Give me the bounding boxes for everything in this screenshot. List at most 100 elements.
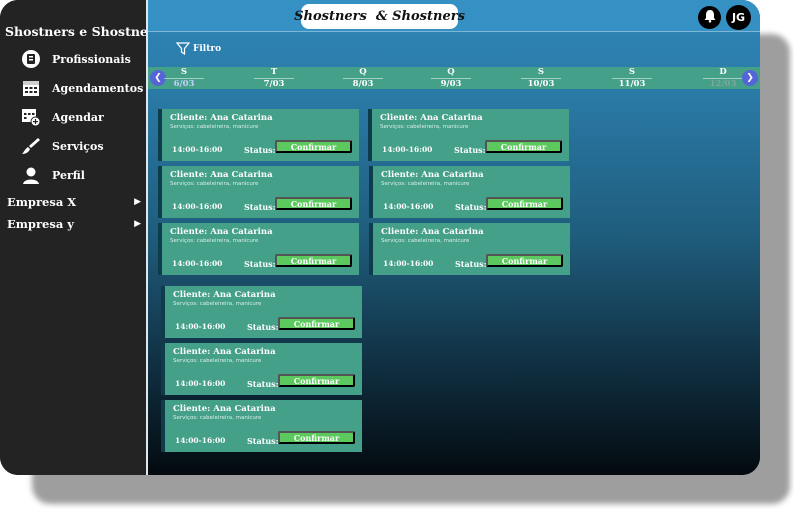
date-label: 11/03 [612, 78, 652, 89]
sidebar-item-servicos[interactable]: Serviços [20, 135, 104, 157]
app-window: Shostners e Shostners ▼ Profissionais Ag… [0, 0, 760, 475]
appointment-time: 14:00-16:00 [175, 436, 226, 445]
status-label: Status: [247, 379, 279, 389]
date-label: 6/03 [164, 78, 204, 89]
sidebar-item-agendamentos[interactable]: Agendamentos [20, 77, 143, 99]
services-text: Serviços: cabeleireira, manicure [380, 124, 469, 130]
status-label: Status: [454, 145, 486, 155]
services-text: Serviços: cabeleireira, manicure [170, 238, 259, 244]
status-label: Status: [244, 145, 276, 155]
add-calendar-icon [20, 106, 42, 128]
company-empresa-x[interactable]: Empresa X ▶ [7, 195, 141, 209]
calendar-day[interactable]: S 6/03 [164, 67, 204, 89]
sidebar-item-perfil[interactable]: Perfil [20, 164, 85, 186]
appointment-time: 14:00-16:00 [175, 322, 226, 331]
client-name: Cliente: Ana Catarina [380, 113, 483, 123]
confirm-button[interactable]: Confirmar [486, 197, 563, 210]
bell-icon [703, 8, 717, 27]
date-label: 10/03 [521, 78, 561, 89]
calendar-day[interactable]: Q 8/03 [343, 67, 383, 89]
status-label: Status: [455, 202, 487, 212]
status-label: Status: [455, 259, 487, 269]
calendar-day[interactable]: D 12/03 [703, 67, 743, 89]
date-label: 8/03 [343, 78, 383, 89]
confirm-button[interactable]: Confirmar [275, 254, 352, 267]
appointment-time: 14:00-16:00 [172, 259, 223, 268]
client-name: Cliente: Ana Catarina [381, 227, 484, 237]
company-label: Empresa y [7, 217, 74, 231]
weekday-label: S [628, 67, 636, 77]
appointment-time: 14:00-16:00 [383, 259, 434, 268]
services-text: Serviços: cabeleireira, manicure [170, 124, 259, 130]
professional-badge-icon [20, 48, 42, 70]
appointment-card[interactable]: Cliente: Ana Catarina Serviços: cabeleir… [368, 109, 569, 161]
appointment-card[interactable]: Cliente: Ana Catarina Serviços: cabeleir… [161, 343, 362, 395]
week-calendar: ❮ S 6/03 T 7/03 Q 8/03 Q 9/03 S 10/03 S … [148, 67, 760, 89]
confirm-button[interactable]: Confirmar [485, 140, 562, 153]
weekday-label: Q [359, 67, 367, 77]
confirm-button[interactable]: Confirmar [275, 140, 352, 153]
appointment-card[interactable]: Cliente: Ana Catarina Serviços: cabeleir… [158, 223, 359, 275]
status-label: Status: [244, 259, 276, 269]
client-name: Cliente: Ana Catarina [170, 113, 273, 123]
services-text: Serviços: cabeleireira, manicure [173, 301, 262, 307]
appointment-card[interactable]: Cliente: Ana Catarina Serviços: cabeleir… [158, 109, 359, 161]
weekday-label: S [537, 67, 545, 77]
date-label: 9/03 [431, 78, 471, 89]
client-name: Cliente: Ana Catarina [381, 170, 484, 180]
appointment-card[interactable]: Cliente: Ana Catarina Serviços: cabeleir… [369, 166, 570, 218]
services-text: Serviços: cabeleireira, manicure [173, 415, 262, 421]
appointment-time: 14:00-16:00 [382, 145, 433, 154]
appointment-card[interactable]: Cliente: Ana Catarina Serviços: cabeleir… [161, 400, 362, 452]
services-text: Serviços: cabeleireira, manicure [381, 238, 470, 244]
client-name: Cliente: Ana Catarina [170, 170, 273, 180]
sidebar-item-label: Agendamentos [52, 81, 144, 95]
confirm-button[interactable]: Confirmar [486, 254, 563, 267]
calendar-icon [20, 77, 42, 99]
calendar-day[interactable]: T 7/03 [254, 67, 294, 89]
calendar-next-button[interactable]: ❯ [742, 70, 758, 86]
services-text: Serviços: cabeleireira, manicure [173, 358, 262, 364]
weekday-label: Q [447, 67, 455, 77]
calendar-day[interactable]: S 11/03 [612, 67, 652, 89]
sidebar-item-profissionais[interactable]: Profissionais [20, 48, 131, 70]
calendar-day[interactable]: Q 9/03 [431, 67, 471, 89]
appointment-time: 14:00-16:00 [175, 379, 226, 388]
filter-button[interactable]: Filtro [176, 42, 221, 55]
appointment-card[interactable]: Cliente: Ana Catarina Serviços: cabeleir… [158, 166, 359, 218]
filter-icon [176, 42, 190, 55]
main-area: Shostners & Shostners JG Filtro ❮ S 6/03… [148, 0, 760, 475]
calendar-day[interactable]: S 10/03 [521, 67, 561, 89]
confirm-button[interactable]: Confirmar [278, 431, 355, 444]
services-text: Serviços: cabeleireira, manicure [170, 181, 259, 187]
sidebar-item-label: Agendar [52, 110, 104, 124]
avatar[interactable]: JG [726, 5, 751, 30]
client-name: Cliente: Ana Catarina [173, 404, 276, 414]
weekday-label: T [270, 67, 278, 77]
chevron-right-icon: ❯ [746, 73, 754, 83]
appointment-time: 14:00-16:00 [172, 202, 223, 211]
appointment-time: 14:00-16:00 [172, 145, 223, 154]
weekday-label: S [180, 67, 188, 77]
confirm-button[interactable]: Confirmar [275, 197, 352, 210]
caret-right-icon: ▶ [134, 219, 141, 229]
client-name: Cliente: Ana Catarina [173, 290, 276, 300]
client-name: Cliente: Ana Catarina [173, 347, 276, 357]
status-label: Status: [247, 322, 279, 332]
filter-label: Filtro [193, 43, 222, 54]
sidebar-item-agendar[interactable]: Agendar [20, 106, 104, 128]
appointment-time: 14:00-16:00 [383, 202, 434, 211]
confirm-button[interactable]: Confirmar [278, 374, 355, 387]
appointment-card[interactable]: Cliente: Ana Catarina Serviços: cabeleir… [161, 286, 362, 338]
notifications-button[interactable] [698, 6, 721, 29]
top-bar: Shostners & Shostners JG [148, 0, 760, 32]
appointment-card[interactable]: Cliente: Ana Catarina Serviços: cabeleir… [369, 223, 570, 275]
status-label: Status: [247, 436, 279, 446]
brush-icon [20, 135, 42, 157]
weekday-label: D [719, 67, 727, 77]
user-icon [20, 164, 42, 186]
company-empresa-y[interactable]: Empresa y ▶ [7, 217, 141, 231]
confirm-button[interactable]: Confirmar [278, 317, 355, 330]
date-label: 12/03 [703, 78, 743, 89]
sidebar-item-label: Serviços [52, 139, 104, 153]
